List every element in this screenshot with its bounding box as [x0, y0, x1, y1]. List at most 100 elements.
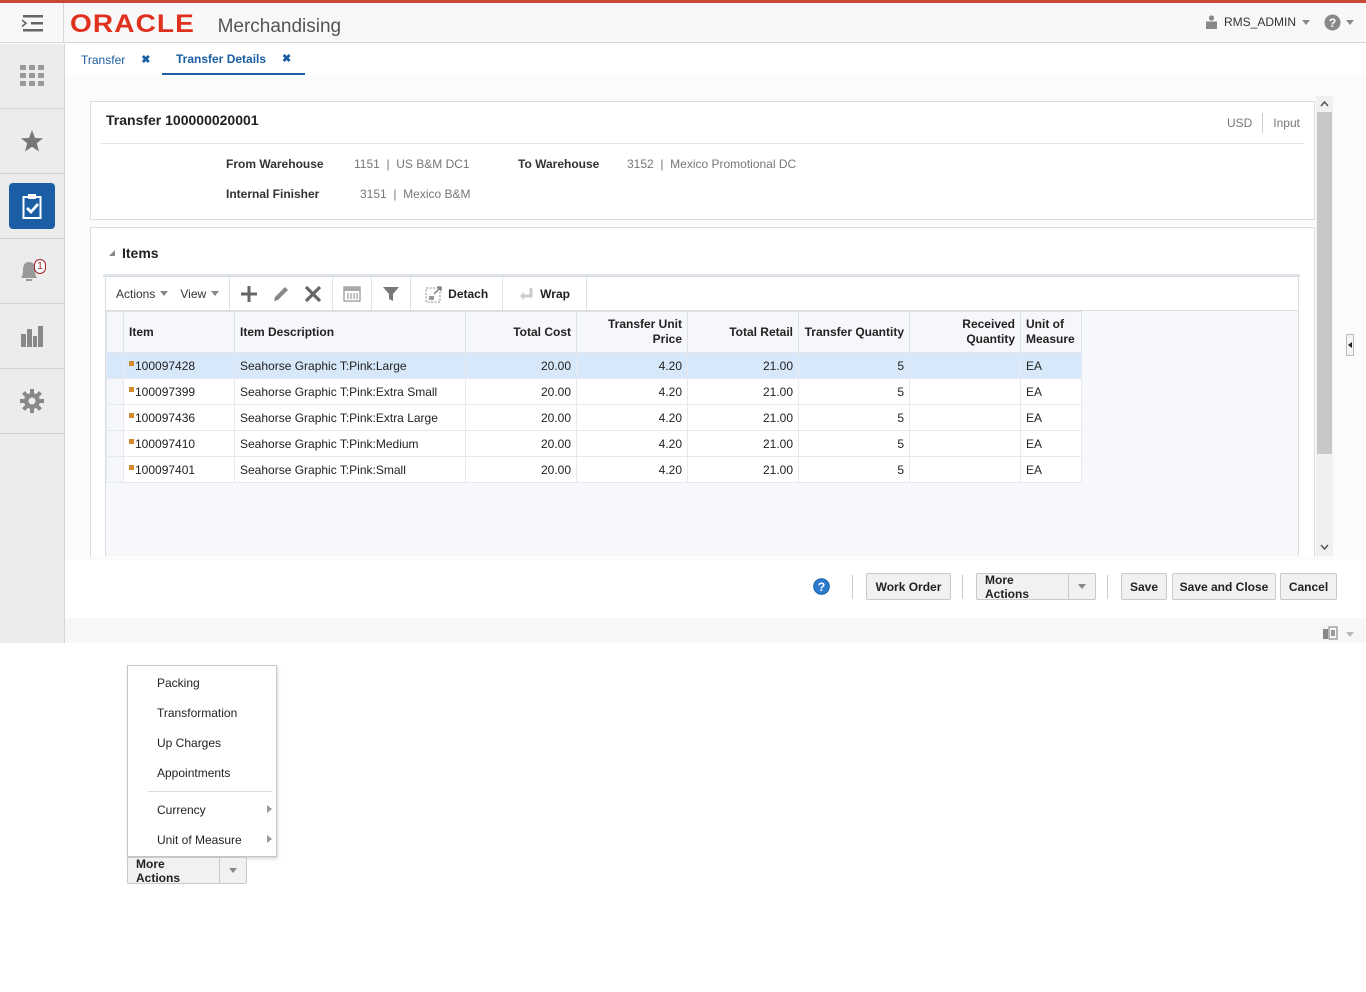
table-row[interactable]: 100097401 Seahorse Graphic T:Pink:Small 20… [106, 456, 1082, 483]
description-cell[interactable]: Seahorse Graphic T:Pink:Medium [234, 430, 466, 457]
more-actions-button[interactable]: More Actions [976, 573, 1096, 601]
menu-item-currency[interactable]: Currency [157, 803, 206, 817]
sidebar-item-notifications[interactable]: 1 [0, 239, 64, 304]
actions-menu[interactable]: Actions [116, 287, 169, 301]
add-icon[interactable] [240, 285, 258, 303]
menu-item-packing[interactable]: Packing [157, 676, 200, 690]
total-retail-cell[interactable]: 21.00 [687, 430, 799, 457]
more-actions-label[interactable]: More Actions [128, 857, 221, 885]
row-selector[interactable] [106, 404, 124, 431]
total-cost-cell[interactable]: 20.00 [465, 456, 577, 483]
item-cell[interactable]: 100097399 [123, 378, 235, 405]
sidebar-item-tasks[interactable] [0, 44, 64, 109]
unit-price-cell[interactable]: 4.20 [576, 456, 688, 483]
description-cell[interactable]: Seahorse Graphic T:Pink:Small [234, 456, 466, 483]
unit-price-cell[interactable]: 4.20 [576, 404, 688, 431]
column-header-total-cost[interactable]: Total Cost [465, 311, 577, 353]
items-section-header[interactable]: Items [109, 245, 159, 261]
unit-of-measure-cell[interactable]: EA [1020, 404, 1082, 431]
item-cell[interactable]: 100097410 [123, 430, 235, 457]
tab-transfer[interactable]: Transfer ✖ [81, 44, 150, 75]
sidebar-item-settings[interactable] [0, 369, 64, 434]
transfer-quantity-cell[interactable]: 5 [798, 404, 910, 431]
column-header-transfer-unit-price[interactable]: Transfer Unit Price [576, 311, 688, 353]
panel-collapse-handle[interactable] [1346, 334, 1354, 356]
column-header-transfer-quantity[interactable]: Transfer Quantity [798, 311, 910, 353]
more-actions-dropdown[interactable] [1069, 574, 1095, 599]
row-selector[interactable] [106, 430, 124, 457]
unit-of-measure-cell[interactable]: EA [1020, 430, 1082, 457]
freeze-columns-icon[interactable] [343, 285, 361, 303]
unit-of-measure-cell[interactable]: EA [1020, 352, 1082, 379]
received-quantity-cell[interactable] [909, 430, 1021, 457]
view-menu[interactable]: View [180, 287, 220, 301]
item-cell[interactable]: 100097428 [123, 352, 235, 379]
description-cell[interactable]: Seahorse Graphic T:Pink:Extra Large [234, 404, 466, 431]
more-actions-label[interactable]: More Actions [977, 573, 1070, 601]
filter-icon[interactable] [382, 285, 400, 303]
row-selector[interactable] [106, 378, 124, 405]
navigator-menu-button[interactable] [0, 3, 64, 43]
total-retail-cell[interactable]: 21.00 [687, 456, 799, 483]
menu-item-up-charges[interactable]: Up Charges [157, 736, 221, 750]
scroll-down-icon[interactable] [1320, 544, 1329, 551]
sidebar-item-task-list[interactable] [0, 174, 64, 239]
collapse-icon[interactable] [109, 250, 115, 256]
total-retail-cell[interactable]: 21.00 [687, 404, 799, 431]
transfer-quantity-cell[interactable]: 5 [798, 352, 910, 379]
scrollbar-thumb[interactable] [1317, 112, 1332, 454]
edit-icon[interactable] [272, 285, 290, 303]
total-retail-cell[interactable]: 21.00 [687, 378, 799, 405]
scroll-up-icon[interactable] [1320, 100, 1329, 107]
received-quantity-cell[interactable] [909, 404, 1021, 431]
total-cost-cell[interactable]: 20.00 [465, 378, 577, 405]
table-row[interactable]: 100097428 Seahorse Graphic T:Pink:Large 20… [106, 352, 1082, 379]
menu-item-unit-of-measure[interactable]: Unit of Measure [157, 833, 242, 847]
user-menu[interactable]: RMS_ADMIN [1205, 15, 1310, 29]
more-actions-dropdown[interactable] [220, 858, 246, 883]
chevron-down-icon[interactable] [1346, 632, 1354, 637]
unit-of-measure-cell[interactable]: EA [1020, 378, 1082, 405]
table-row[interactable]: 100097436 Seahorse Graphic T:Pink:Extra L… [106, 404, 1082, 431]
help-menu[interactable]: ? [1324, 14, 1354, 31]
save-button[interactable]: Save [1121, 573, 1167, 600]
column-header-item[interactable]: Item [123, 311, 235, 353]
detach-button[interactable]: Detach [425, 285, 488, 303]
save-and-close-button[interactable]: Save and Close [1172, 573, 1276, 600]
unit-price-cell[interactable]: 4.20 [576, 430, 688, 457]
close-icon[interactable]: ✖ [141, 53, 150, 66]
received-quantity-cell[interactable] [909, 352, 1021, 379]
description-cell[interactable]: Seahorse Graphic T:Pink:Large [234, 352, 466, 379]
menu-item-appointments[interactable]: Appointments [157, 766, 230, 780]
transfer-quantity-cell[interactable]: 5 [798, 456, 910, 483]
total-cost-cell[interactable]: 20.00 [465, 404, 577, 431]
column-header-item-description[interactable]: Item Description [234, 311, 466, 353]
unit-price-cell[interactable]: 4.20 [576, 352, 688, 379]
row-selector[interactable] [106, 352, 124, 379]
received-quantity-cell[interactable] [909, 378, 1021, 405]
item-cell[interactable]: 100097436 [123, 404, 235, 431]
vertical-scrollbar[interactable] [1316, 96, 1333, 556]
column-header-received-quantity[interactable]: Received Quantity [909, 311, 1021, 353]
unit-of-measure-cell[interactable]: EA [1020, 456, 1082, 483]
wrap-button[interactable]: Wrap [519, 286, 570, 302]
work-order-button[interactable]: Work Order [866, 573, 951, 600]
menu-item-transformation[interactable]: Transformation [157, 706, 237, 720]
sidebar-item-reports[interactable] [0, 304, 64, 369]
help-icon[interactable]: ? [813, 578, 830, 595]
accessibility-icon[interactable] [1322, 626, 1338, 640]
cancel-button[interactable]: Cancel [1280, 573, 1337, 600]
column-header-unit-of-measure[interactable]: Unit of Measure [1020, 311, 1082, 353]
tab-transfer-details[interactable]: Transfer Details ✖ [162, 44, 306, 75]
total-cost-cell[interactable]: 20.00 [465, 430, 577, 457]
row-selector[interactable] [106, 456, 124, 483]
item-cell[interactable]: 100097401 [123, 456, 235, 483]
description-cell[interactable]: Seahorse Graphic T:Pink:Extra Small [234, 378, 466, 405]
table-row[interactable]: 100097399 Seahorse Graphic T:Pink:Extra S… [106, 378, 1082, 405]
total-retail-cell[interactable]: 21.00 [687, 352, 799, 379]
more-actions-button-expanded[interactable]: More Actions [127, 857, 247, 885]
column-header-total-retail[interactable]: Total Retail [687, 311, 799, 353]
delete-icon[interactable] [304, 285, 322, 303]
table-row[interactable]: 100097410 Seahorse Graphic T:Pink:Medium 2… [106, 430, 1082, 457]
total-cost-cell[interactable]: 20.00 [465, 352, 577, 379]
